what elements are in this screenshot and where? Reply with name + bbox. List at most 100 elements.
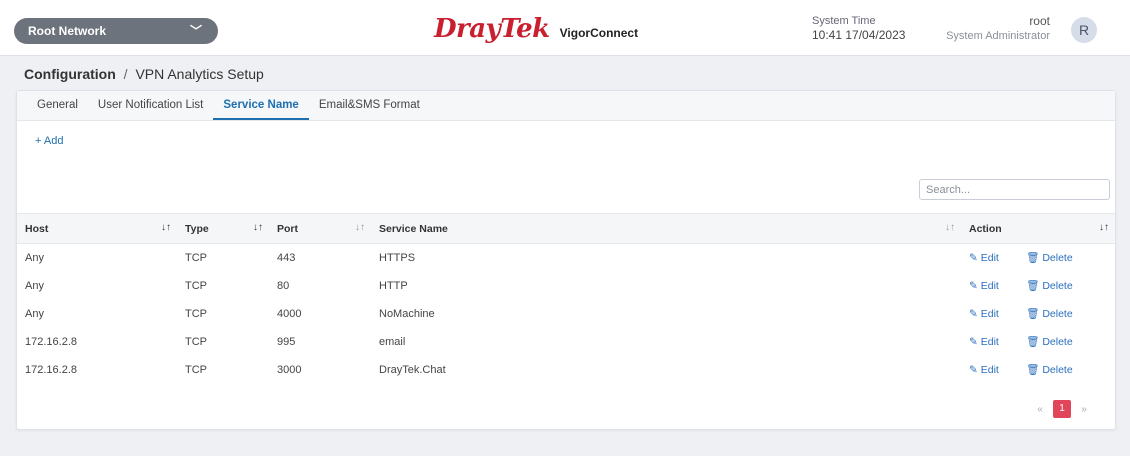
service-name-panel: General User Notification List Service N… xyxy=(16,90,1116,430)
service-table: Host ↓↑ Type ↓↑ Port ↓↑ Service Name ↓↑ … xyxy=(17,213,1115,384)
delete-button[interactable]: 🗑 Delete xyxy=(1026,279,1073,292)
trash-icon: 🗑 xyxy=(1026,336,1040,348)
pencil-icon: ✎ xyxy=(969,280,978,292)
cell-service-name: NoMachine xyxy=(379,307,435,320)
search-input[interactable] xyxy=(919,179,1110,200)
pencil-icon: ✎ xyxy=(969,364,978,376)
table-row: Any TCP 80 HTTP ✎ Edit 🗑 Delete xyxy=(17,272,1115,300)
prev-page-button[interactable]: « xyxy=(1033,404,1047,415)
cell-action: ✎ Edit 🗑 Delete xyxy=(961,300,1115,328)
cell-port: 80 xyxy=(277,279,290,292)
cell-type: TCP xyxy=(185,279,207,292)
pagination: « 1 » xyxy=(1033,400,1091,418)
table-row: 172.16.2.8 TCP 995 email ✎ Edit 🗑 Delete xyxy=(17,328,1115,356)
cell-type: TCP xyxy=(185,307,207,320)
page-number-button[interactable]: 1 xyxy=(1053,400,1071,418)
next-page-button[interactable]: » xyxy=(1077,404,1091,415)
edit-label: Edit xyxy=(980,252,999,265)
pencil-icon: ✎ xyxy=(969,308,978,320)
pencil-icon: ✎ xyxy=(969,336,978,348)
column-header-label: Host xyxy=(25,222,49,235)
cell-host: Any xyxy=(25,279,44,292)
avatar[interactable]: R xyxy=(1071,17,1097,43)
column-header-action[interactable]: Action ↓↑ xyxy=(961,214,1115,244)
cell-host: 172.16.2.8 xyxy=(25,363,77,376)
cell-host: 172.16.2.8 xyxy=(25,335,77,348)
breadcrumb-separator: / xyxy=(123,66,128,82)
trash-icon: 🗑 xyxy=(1026,252,1040,265)
tab-user-notification-list[interactable]: User Notification List xyxy=(88,91,213,120)
cell-port: 3000 xyxy=(277,363,302,376)
edit-label: Edit xyxy=(980,364,999,376)
breadcrumb-root[interactable]: Configuration xyxy=(24,66,116,82)
cell-action: ✎ Edit 🗑 Delete xyxy=(961,244,1115,272)
cell-type: TCP xyxy=(185,335,207,348)
edit-label: Edit xyxy=(980,336,999,348)
edit-button[interactable]: ✎ Edit xyxy=(969,252,1021,264)
sort-icon[interactable]: ↓↑ xyxy=(161,222,171,233)
column-header-type[interactable]: Type ↓↑ xyxy=(177,214,269,244)
tab-email-sms-format[interactable]: Email&SMS Format xyxy=(309,91,430,120)
edit-button[interactable]: ✎ Edit xyxy=(969,280,1021,292)
trash-icon: 🗑 xyxy=(1026,308,1040,320)
delete-label: Delete xyxy=(1042,252,1073,265)
cell-action: ✎ Edit 🗑 Delete xyxy=(961,356,1115,384)
breadcrumb-current: VPN Analytics Setup xyxy=(135,66,264,82)
table-row: Any TCP 4000 NoMachine ✎ Edit 🗑 Delete xyxy=(17,300,1115,328)
cell-port: 995 xyxy=(277,335,296,348)
cell-action: ✎ Edit 🗑 Delete xyxy=(961,272,1115,300)
delete-button[interactable]: 🗑 Delete xyxy=(1026,307,1073,320)
column-header-label: Port xyxy=(277,222,298,235)
edit-button[interactable]: ✎ Edit xyxy=(969,308,1021,320)
column-header-label: Service Name xyxy=(379,222,448,235)
system-time-value: 10:41 17/04/2023 xyxy=(812,28,906,42)
cell-action: ✎ Edit 🗑 Delete xyxy=(961,328,1115,356)
delete-label: Delete xyxy=(1042,336,1073,348)
cell-type: TCP xyxy=(185,363,207,376)
cell-service-name: email xyxy=(379,335,406,348)
edit-button[interactable]: ✎ Edit xyxy=(969,336,1021,348)
tab-service-name[interactable]: Service Name xyxy=(213,91,309,120)
network-selector-label: Root Network xyxy=(28,24,106,38)
brand: DrayTek VigorConnect xyxy=(434,14,638,44)
network-selector[interactable]: Root Network ﹀ xyxy=(14,18,218,44)
user-role: System Administrator xyxy=(946,30,1050,42)
cell-service-name: HTTP xyxy=(379,279,408,292)
cell-service-name: HTTPS xyxy=(379,251,416,264)
cell-service-name: DrayTek.Chat xyxy=(379,363,446,376)
table-row: 172.16.2.8 TCP 3000 DrayTek.Chat ✎ Edit … xyxy=(17,356,1115,384)
cell-port: 4000 xyxy=(277,307,302,320)
top-header: Root Network ﹀ DrayTek VigorConnect Syst… xyxy=(0,0,1130,56)
tab-bar: General User Notification List Service N… xyxy=(17,91,1115,121)
column-header-port[interactable]: Port ↓↑ xyxy=(269,214,371,244)
column-header-label: Type xyxy=(185,222,209,235)
user-name: root xyxy=(1029,14,1050,28)
app-name: VigorConnect xyxy=(559,26,639,40)
column-header-host[interactable]: Host ↓↑ xyxy=(17,214,177,244)
sort-icon[interactable]: ↓↑ xyxy=(1099,222,1109,233)
trash-icon: 🗑 xyxy=(1026,280,1040,292)
sort-icon[interactable]: ↓↑ xyxy=(355,222,365,233)
cell-port: 443 xyxy=(277,251,296,264)
trash-icon: 🗑 xyxy=(1026,364,1040,376)
table-header-row: Host ↓↑ Type ↓↑ Port ↓↑ Service Name ↓↑ … xyxy=(17,213,1115,244)
delete-label: Delete xyxy=(1042,308,1073,320)
column-header-service-name[interactable]: Service Name ↓↑ xyxy=(371,214,961,244)
sort-icon[interactable]: ↓↑ xyxy=(945,222,955,233)
edit-label: Edit xyxy=(980,308,999,320)
delete-button[interactable]: 🗑 Delete xyxy=(1026,363,1073,376)
delete-button[interactable]: 🗑 Delete xyxy=(1026,335,1073,348)
table-row: Any TCP 443 HTTPS ✎ Edit 🗑 Delete xyxy=(17,244,1115,272)
user-info: root System Administrator xyxy=(946,14,1050,44)
edit-label: Edit xyxy=(980,280,999,292)
sort-icon[interactable]: ↓↑ xyxy=(253,222,263,233)
delete-button[interactable]: 🗑 Delete xyxy=(1026,251,1073,264)
tab-general[interactable]: General xyxy=(27,91,88,120)
cell-type: TCP xyxy=(185,251,207,264)
delete-label: Delete xyxy=(1042,364,1073,376)
breadcrumb: Configuration / VPN Analytics Setup xyxy=(24,66,264,82)
draytek-logo: DrayTek xyxy=(434,14,550,44)
pencil-icon: ✎ xyxy=(969,252,978,265)
edit-button[interactable]: ✎ Edit xyxy=(969,364,1021,376)
add-button[interactable]: + Add xyxy=(35,135,63,147)
